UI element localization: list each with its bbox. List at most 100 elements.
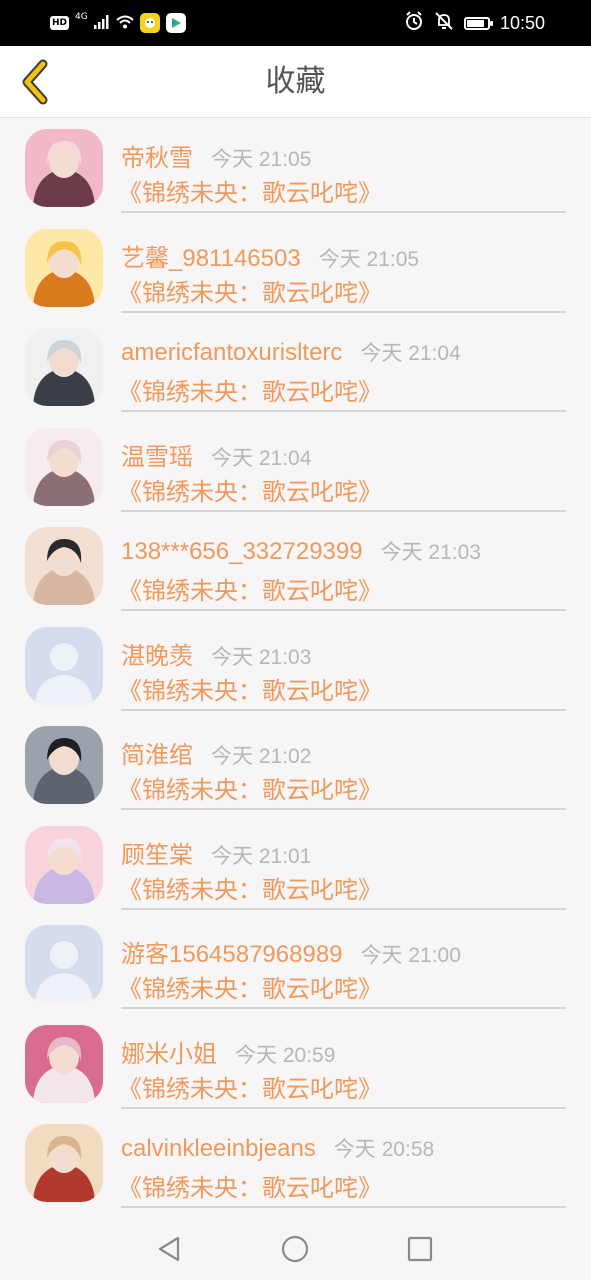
back-button[interactable] bbox=[10, 56, 60, 108]
book-title: 《锦绣未央：歌云叱咤》 bbox=[118, 577, 382, 605]
timestamp: 今天 21:03 bbox=[380, 541, 481, 564]
list-item[interactable]: 娜米小姐 今天 20:59 《锦绣未央：歌云叱咤》 bbox=[0, 1014, 591, 1114]
divider bbox=[121, 808, 566, 810]
network-type: 4G bbox=[75, 12, 88, 22]
divider bbox=[121, 310, 566, 313]
avatar[interactable] bbox=[25, 228, 103, 307]
book-title: 《锦绣未央：歌云叱咤》 bbox=[118, 875, 382, 904]
list-item[interactable]: calvinkleeinbjeans 今天 20:58 《锦绣未央：歌云叱咤》 bbox=[0, 1113, 591, 1213]
status-left-group: HD 4G bbox=[50, 12, 186, 34]
timestamp: 今天 21:00 bbox=[360, 944, 461, 967]
divider bbox=[121, 1007, 566, 1009]
book-title: 《锦绣未央：歌云叱咤》 bbox=[118, 975, 382, 1003]
timestamp: 今天 21:04 bbox=[211, 446, 312, 470]
avatar[interactable] bbox=[25, 328, 103, 406]
list-item[interactable]: 简淮绾 今天 21:02 《锦绣未央：歌云叱咤》 bbox=[0, 715, 591, 815]
avatar[interactable] bbox=[25, 427, 103, 506]
divider bbox=[121, 907, 566, 910]
divider bbox=[121, 211, 566, 213]
book-title: 《锦绣未央：歌云叱咤》 bbox=[118, 1174, 382, 1202]
battery-level-fill bbox=[466, 19, 484, 27]
timestamp: 今天 21:04 bbox=[360, 342, 461, 365]
recents-square-icon bbox=[407, 1236, 433, 1262]
timestamp: 今天 20:59 bbox=[235, 1043, 336, 1067]
divider bbox=[121, 1206, 566, 1208]
name-line: 温雪瑶 今天 21:04 bbox=[121, 437, 311, 472]
status-bar: HD 4G 10:50 bbox=[0, 0, 591, 46]
timestamp: 今天 21:02 bbox=[211, 745, 312, 768]
name-line: 简淮绾 今天 21:02 bbox=[121, 735, 311, 770]
book-title: 《锦绣未央：歌云叱咤》 bbox=[118, 776, 382, 804]
name-line: 娜米小姐 今天 20:59 bbox=[121, 1034, 335, 1069]
home-circle-icon bbox=[281, 1235, 309, 1263]
battery-icon bbox=[463, 16, 493, 30]
user-name: calvinkleeinbjeans bbox=[121, 1135, 316, 1162]
name-line: 湛晚羡 今天 21:03 bbox=[121, 636, 311, 671]
nav-back-button[interactable] bbox=[152, 1232, 186, 1266]
avatar[interactable] bbox=[25, 129, 103, 207]
divider bbox=[121, 509, 566, 512]
avatar[interactable] bbox=[25, 726, 103, 804]
page-title: 收藏 bbox=[265, 64, 326, 99]
wifi-icon bbox=[116, 14, 134, 33]
list-item[interactable]: 湛晚羡 今天 21:03 《锦绣未央：歌云叱咤》 bbox=[0, 616, 591, 716]
timestamp: 今天 21:05 bbox=[211, 148, 312, 171]
divider bbox=[121, 708, 566, 711]
user-name: 帝秋雪 bbox=[121, 145, 193, 172]
divider bbox=[121, 609, 566, 611]
user-name: 游客1564587968989 bbox=[121, 941, 343, 968]
chevron-left-icon bbox=[22, 59, 48, 105]
list-item[interactable]: 艺馨_981146503 今天 21:05 《锦绣未央：歌云叱咤》 bbox=[0, 218, 591, 318]
user-name: americfantoxurislterc bbox=[121, 339, 343, 366]
avatar[interactable] bbox=[25, 825, 103, 904]
app-notification-icon bbox=[139, 13, 160, 33]
avatar[interactable] bbox=[25, 925, 103, 1003]
list-item[interactable]: 138***656_332729399 今天 21:03 《锦绣未央：歌云叱咤》 bbox=[0, 516, 591, 616]
signal-icon bbox=[93, 14, 110, 33]
book-title: 《锦绣未央：歌云叱咤》 bbox=[118, 1074, 382, 1103]
system-nav-bar bbox=[0, 1216, 591, 1280]
header: 收藏 bbox=[0, 46, 591, 118]
back-triangle-icon bbox=[158, 1236, 180, 1262]
name-line: 顾笙棠 今天 21:01 bbox=[121, 835, 311, 870]
name-line: americfantoxurislterc 今天 21:04 bbox=[121, 337, 461, 367]
list-item[interactable]: 顾笙棠 今天 21:01 《锦绣未央：歌云叱咤》 bbox=[0, 815, 591, 915]
avatar[interactable] bbox=[25, 626, 103, 705]
name-line: 138***656_332729399 今天 21:03 bbox=[121, 536, 481, 566]
user-name: 湛晚羡 bbox=[121, 642, 193, 670]
mute-icon bbox=[434, 11, 454, 35]
favorites-list: 帝秋雪 今天 21:05 《锦绣未央：歌云叱咤》 艺馨_981146503 今天 21:… bbox=[0, 118, 591, 1216]
book-title: 《锦绣未央：歌云叱咤》 bbox=[118, 278, 382, 307]
name-line: 游客1564587968989 今天 21:00 bbox=[121, 934, 461, 969]
timestamp: 今天 20:58 bbox=[333, 1138, 435, 1161]
user-name: 艺馨_981146503 bbox=[121, 244, 301, 272]
hd-icon: HD bbox=[50, 16, 70, 30]
status-right-group: 10:50 bbox=[404, 11, 545, 35]
clock: 10:50 bbox=[499, 12, 545, 33]
divider bbox=[121, 410, 566, 412]
list-item[interactable]: 游客1564587968989 今天 21:00 《锦绣未央：歌云叱咤》 bbox=[0, 914, 591, 1014]
book-title: 《锦绣未央：歌云叱咤》 bbox=[118, 676, 382, 705]
alarm-icon bbox=[404, 11, 424, 35]
book-title: 《锦绣未央：歌云叱咤》 bbox=[118, 477, 382, 506]
name-line: calvinkleeinbjeans 今天 20:58 bbox=[121, 1133, 434, 1163]
user-name: 简淮绾 bbox=[121, 742, 193, 769]
user-name: 温雪瑶 bbox=[121, 443, 193, 471]
nav-recents-button[interactable] bbox=[403, 1232, 437, 1266]
avatar[interactable] bbox=[25, 527, 103, 605]
video-app-icon bbox=[165, 13, 186, 33]
avatar[interactable] bbox=[25, 1124, 103, 1202]
user-name: 138***656_332729399 bbox=[121, 538, 363, 565]
nav-home-button[interactable] bbox=[278, 1232, 312, 1266]
list-item[interactable]: americfantoxurislterc 今天 21:04 《锦绣未央：歌云叱咤》 bbox=[0, 317, 591, 417]
book-title: 《锦绣未央：歌云叱咤》 bbox=[118, 378, 382, 406]
timestamp: 今天 21:01 bbox=[211, 844, 312, 868]
list-item[interactable]: 温雪瑶 今天 21:04 《锦绣未央：歌云叱咤》 bbox=[0, 417, 591, 517]
user-name: 娜米小姐 bbox=[121, 1040, 217, 1068]
name-line: 帝秋雪 今天 21:05 bbox=[121, 138, 311, 173]
name-line: 艺馨_981146503 今天 21:05 bbox=[121, 238, 419, 273]
avatar[interactable] bbox=[25, 1024, 103, 1103]
timestamp: 今天 21:05 bbox=[318, 247, 420, 271]
book-title: 《锦绣未央：歌云叱咤》 bbox=[118, 179, 382, 207]
list-item[interactable]: 帝秋雪 今天 21:05 《锦绣未央：歌云叱咤》 bbox=[0, 118, 591, 218]
